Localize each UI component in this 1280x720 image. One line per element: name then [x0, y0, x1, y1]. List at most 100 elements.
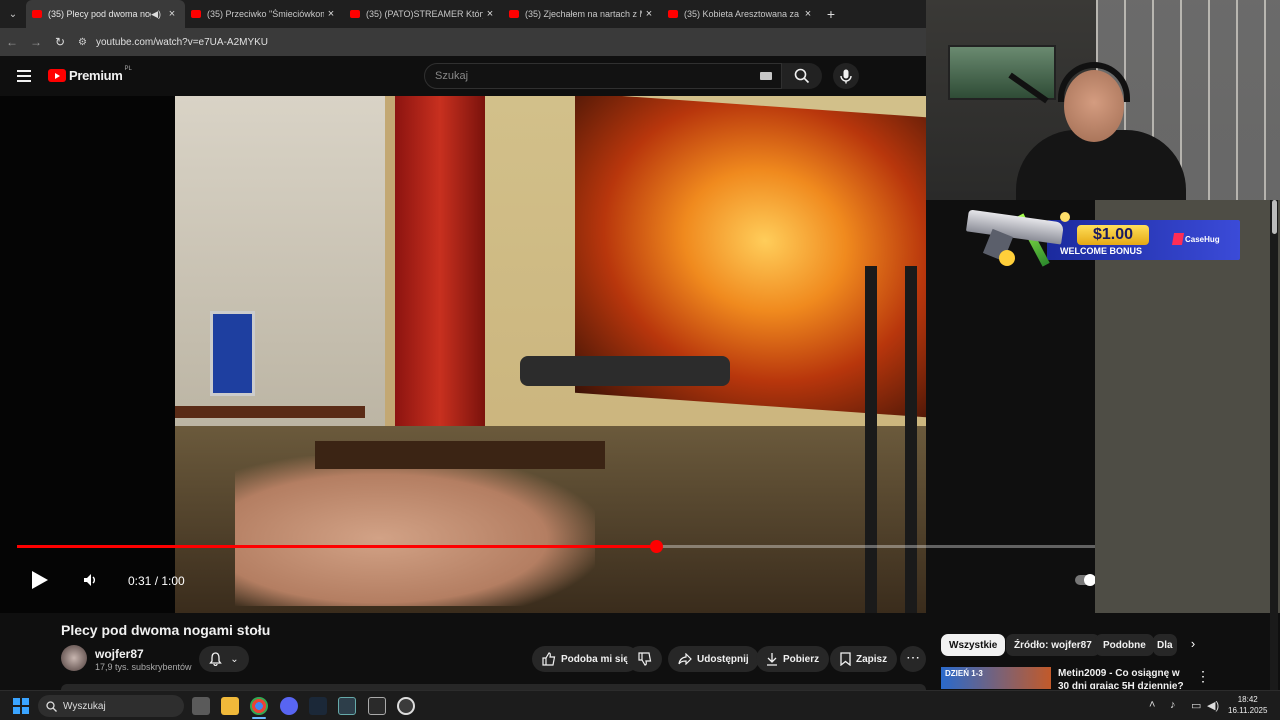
- forward-arrow-icon[interactable]: →: [24, 35, 48, 49]
- youtube-play-logo-icon: [48, 69, 66, 82]
- youtube-favicon-icon: [32, 10, 42, 18]
- file-explorer-icon[interactable]: [221, 697, 239, 715]
- chip-related[interactable]: Podobne: [1095, 634, 1154, 656]
- speaker-icon[interactable]: ◀): [151, 9, 161, 20]
- browser-tab-4[interactable]: (35) Zjechałem na nartach z Mo ×: [503, 0, 662, 28]
- tray-microphone-icon[interactable]: ♪: [1170, 699, 1176, 711]
- task-view-icon[interactable]: [192, 697, 210, 715]
- reload-icon[interactable]: ↻: [48, 35, 72, 49]
- discord-icon[interactable]: [280, 697, 298, 715]
- share-icon: [678, 653, 692, 665]
- obs-icon[interactable]: [397, 697, 415, 715]
- browser-tab-5[interactable]: (35) Kobieta Aresztowana za Up ×: [662, 0, 821, 28]
- like-button[interactable]: Podoba mi się: [532, 646, 639, 672]
- taskbar-search[interactable]: Wyszukaj: [38, 695, 184, 717]
- share-label: Udostępnij: [697, 653, 749, 665]
- casehug-logo-icon: [1171, 233, 1185, 245]
- url-text: youtube.com/watch?v=e7UA-A2MYKU: [96, 36, 269, 48]
- app-icon[interactable]: [338, 697, 356, 715]
- ad-amount: $1.00: [1077, 225, 1149, 245]
- autoplay-toggle[interactable]: [1075, 574, 1096, 586]
- video-frame[interactable]: [175, 96, 926, 613]
- browser-tab-2[interactable]: (35) Przeciwko "Śmieciówkom" ×: [185, 0, 344, 28]
- chip-for-you[interactable]: Dla: [1153, 634, 1177, 656]
- microphone-icon: [840, 69, 852, 83]
- video-scene-laptop: [210, 311, 255, 396]
- subscriber-count: 17,9 tys. subskrybentów: [95, 662, 192, 672]
- taskbar-clock[interactable]: 18:42 16.11.2025: [1228, 694, 1267, 716]
- windows-start-icon[interactable]: [13, 698, 29, 714]
- active-app-indicator: [252, 717, 266, 719]
- address-bar[interactable]: ⚙ youtube.com/watch?v=e7UA-A2MYKU: [78, 31, 918, 53]
- kebab-menu-icon[interactable]: ⋮: [1196, 668, 1210, 685]
- voice-search-button[interactable]: [833, 63, 859, 89]
- casehug-ad: $1.00 WELCOME BONUS CaseHug: [965, 209, 1240, 270]
- volume-icon[interactable]: [82, 572, 98, 588]
- dislike-button[interactable]: [627, 646, 662, 672]
- epic-games-icon[interactable]: [368, 697, 386, 715]
- youtube-premium-logo[interactable]: Premium PL: [48, 66, 132, 83]
- tab-title: (35) (PATO)STREAMER Który Ni: [366, 9, 483, 19]
- logo-text: Premium: [69, 68, 123, 83]
- video-scene-person: [235, 456, 595, 606]
- chip-source[interactable]: Źródło: wojfer87: [1006, 634, 1100, 656]
- tab-title: (35) Zjechałem na nartach z Mo: [525, 9, 642, 19]
- chip-all[interactable]: Wszystkie: [941, 634, 1006, 656]
- video-scene-machine: [520, 356, 730, 386]
- site-settings-icon[interactable]: ⚙: [78, 37, 96, 48]
- chevron-down-icon: ⌄: [230, 653, 239, 665]
- thumbs-up-icon: [542, 652, 556, 666]
- bookmark-icon: [840, 652, 851, 666]
- time-display: 0:31 / 1:00: [128, 574, 185, 588]
- player-letterbox: [0, 96, 175, 613]
- scrollbar[interactable]: [1270, 200, 1278, 693]
- close-tab-icon[interactable]: ×: [801, 8, 815, 20]
- chrome-icon[interactable]: [250, 697, 268, 715]
- progress-played: [17, 545, 656, 548]
- close-tab-icon[interactable]: ×: [642, 8, 656, 20]
- browser-tab-1[interactable]: (35) Plecy pod dwoma nog ◀) ×: [26, 0, 185, 28]
- ad-brand: CaseHug: [1185, 235, 1220, 244]
- windows-taskbar: Wyszukaj ˄ ♪ ▭ ◀): [0, 690, 1280, 720]
- channel-avatar[interactable]: [61, 645, 87, 671]
- ad-coin-icon: [1060, 212, 1070, 222]
- new-tab-button[interactable]: +: [821, 6, 841, 22]
- tab-search-chevron-icon[interactable]: ⌄: [0, 3, 26, 25]
- save-label: Zapisz: [856, 653, 888, 665]
- recommendation-thumbnail[interactable]: DZIEŃ 1-3: [941, 667, 1051, 689]
- share-button[interactable]: Udostępnij: [668, 646, 759, 672]
- play-icon[interactable]: [32, 571, 48, 589]
- download-icon: [767, 653, 777, 666]
- save-button[interactable]: Zapisz: [830, 646, 898, 672]
- tray-volume-icon[interactable]: ◀): [1207, 699, 1219, 712]
- tray-network-icon[interactable]: ▭: [1191, 699, 1201, 712]
- search-icon: [794, 68, 810, 84]
- steam-icon[interactable]: [309, 697, 327, 715]
- clock-time: 18:42: [1237, 695, 1258, 704]
- browser-tab-3[interactable]: (35) (PATO)STREAMER Który Ni ×: [344, 0, 503, 28]
- chevron-right-icon[interactable]: ›: [1184, 636, 1202, 654]
- close-tab-icon[interactable]: ×: [483, 8, 497, 20]
- scrollbar-thumb[interactable]: [1272, 200, 1277, 234]
- close-tab-icon[interactable]: ×: [165, 8, 179, 20]
- search-input[interactable]: Szukaj: [424, 63, 782, 89]
- youtube-favicon-icon: [350, 10, 360, 18]
- notifications-button[interactable]: ⌄: [199, 646, 249, 672]
- menu-icon[interactable]: [17, 70, 31, 82]
- download-button[interactable]: Pobierz: [756, 646, 830, 672]
- close-tab-icon[interactable]: ×: [324, 8, 338, 20]
- search-icon: [46, 700, 57, 712]
- keyboard-icon[interactable]: [760, 72, 772, 80]
- channel-name[interactable]: wojfer87: [95, 647, 144, 661]
- back-arrow-icon[interactable]: ←: [0, 35, 24, 49]
- progress-scrubber[interactable]: [649, 540, 663, 553]
- search-button[interactable]: [782, 63, 822, 89]
- recommendation-title[interactable]: Metin2009 - Co osiągnę w 30 dni grając 5…: [1058, 667, 1188, 689]
- progress-bar[interactable]: [17, 540, 1253, 553]
- tab-title: (35) Kobieta Aresztowana za Up: [684, 9, 801, 19]
- tray-overflow-icon[interactable]: ˄: [1149, 699, 1155, 711]
- download-label: Pobierz: [783, 653, 820, 665]
- more-actions-button[interactable]: ⋯: [900, 646, 926, 672]
- youtube-favicon-icon: [509, 10, 519, 18]
- youtube-favicon-icon: [191, 10, 201, 18]
